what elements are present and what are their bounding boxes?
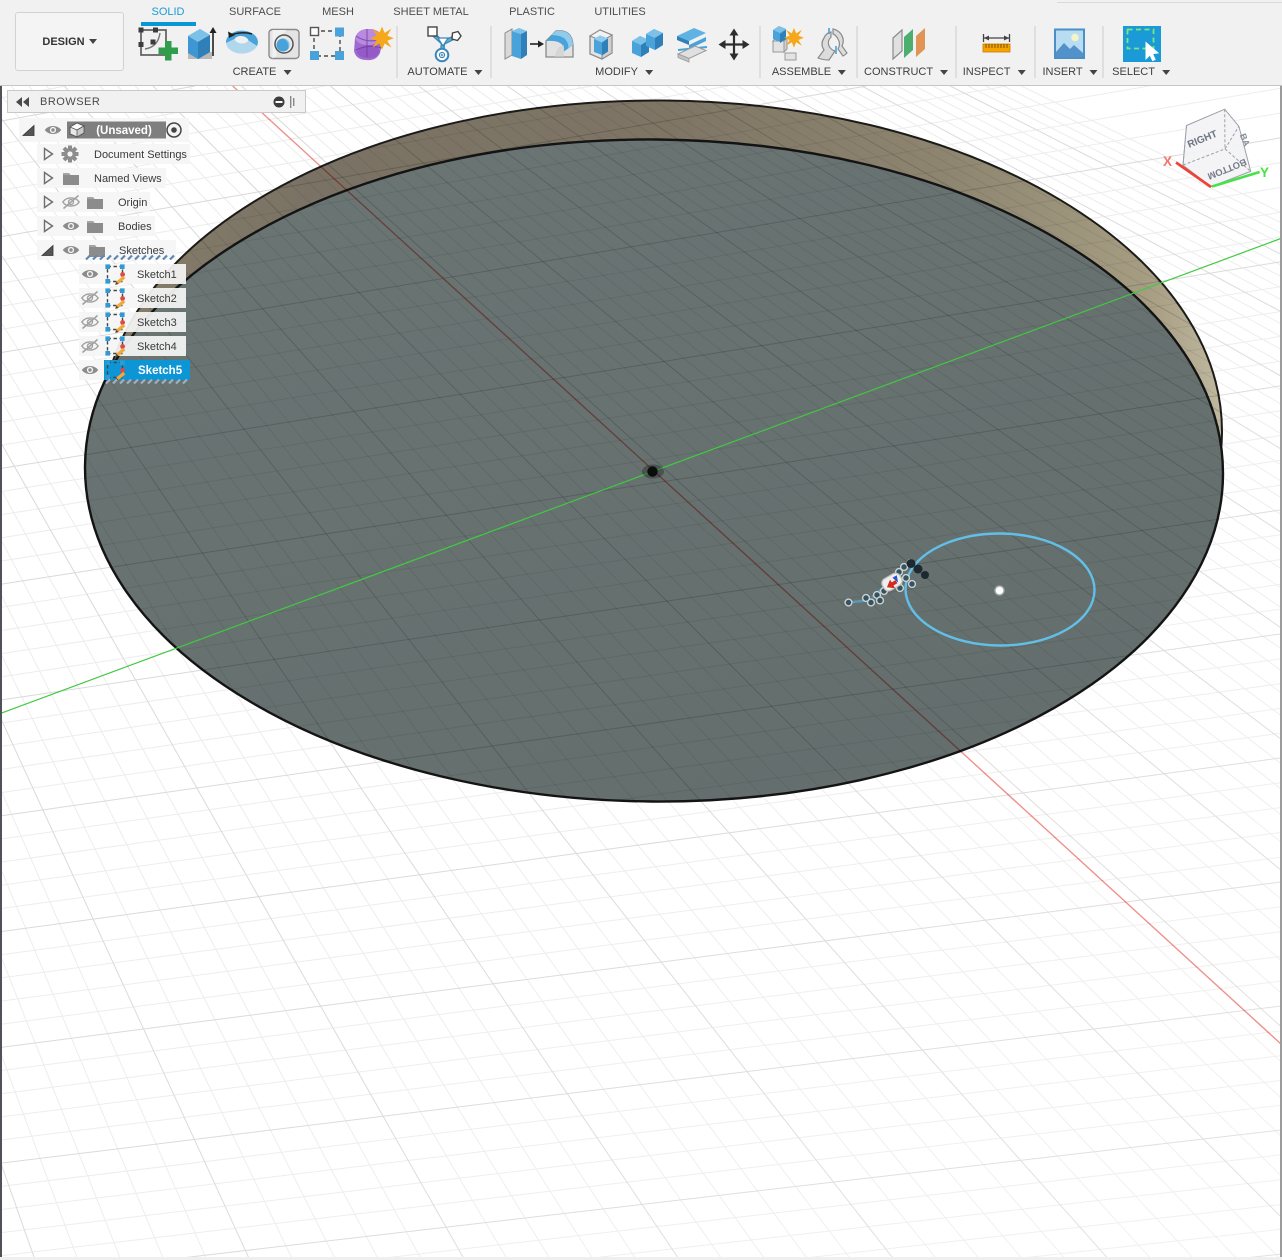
svg-text:Bodies: Bodies [118,221,152,233]
svg-text:Y: Y [1260,165,1269,180]
svg-text:Named Views: Named Views [94,173,162,185]
svg-text:Sketch2: Sketch2 [137,293,177,305]
svg-text:Sketch1: Sketch1 [137,269,177,281]
svg-text:X: X [1163,154,1172,169]
svg-text:Sketch5: Sketch5 [138,365,183,377]
svg-text:Sketch3: Sketch3 [137,317,177,329]
svg-text:Origin: Origin [118,197,147,209]
svg-text:Sketch4: Sketch4 [137,341,177,353]
svg-text:(Unsaved): (Unsaved) [96,125,152,137]
svg-text:Document Settings: Document Settings [94,149,187,161]
svg-text:Sketches: Sketches [119,245,165,257]
